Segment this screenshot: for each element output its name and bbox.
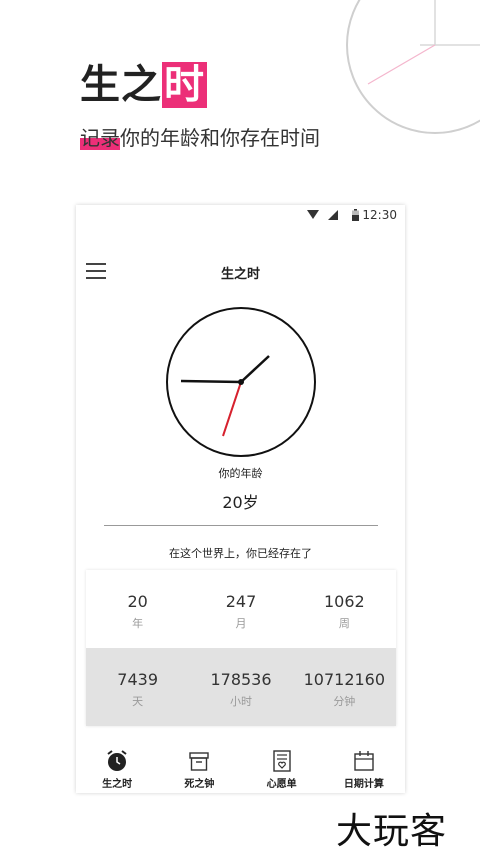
- tab-label: 生之时: [102, 779, 133, 790]
- stat-value: 20: [127, 592, 148, 611]
- stat-unit: 小时: [229, 695, 252, 708]
- page-headline: 生之时: [80, 60, 207, 110]
- existence-text: 在这个世界上，你已经存在了: [169, 547, 312, 560]
- divider: [104, 525, 378, 526]
- tab-death-clock[interactable]: 死之钟: [158, 745, 240, 793]
- bottom-tab-bar: 生之时 死之钟 心愿单 日期计算: [76, 745, 405, 793]
- stat-years: 20 年: [86, 570, 189, 648]
- alarm-clock-icon: [107, 750, 127, 771]
- stat-days: 7439 天: [86, 648, 189, 726]
- stat-minutes: 10712160 分钟: [293, 648, 396, 726]
- battery-icon: [352, 209, 359, 221]
- age-label: 你的年龄: [218, 467, 263, 480]
- stat-value: 7439: [117, 670, 159, 689]
- stats-row: 20 年 247 月 1062 周: [86, 570, 396, 648]
- stat-months: 247 月: [189, 570, 292, 648]
- status-bar: 12:30: [76, 205, 405, 227]
- subtitle-rest: 你的年龄和你存在时间: [120, 126, 320, 150]
- stat-unit: 天: [132, 695, 144, 708]
- clock-hour-hand: [180, 379, 242, 384]
- status-time: 12:30: [362, 208, 397, 222]
- stats-grid: 20 年 247 月 1062 周 7439 天 178536 小时 10712160 分钟: [86, 570, 396, 726]
- headline-highlight: 时: [162, 62, 207, 108]
- stat-value: 10712160: [303, 670, 386, 689]
- tab-wish-list[interactable]: 心愿单: [241, 745, 323, 793]
- stat-hours: 178536 小时: [189, 648, 292, 726]
- stat-unit: 年: [132, 617, 144, 630]
- analog-clock: [166, 307, 316, 457]
- page-subtitle: 记录你的年龄和你存在时间: [80, 124, 320, 152]
- stat-value: 247: [225, 592, 257, 611]
- age-value: 20岁: [222, 493, 259, 512]
- stat-unit: 月: [235, 617, 247, 630]
- headline-plain: 生之: [80, 62, 162, 108]
- signal-icon: [328, 210, 338, 220]
- stats-row: 7439 天 178536 小时 10712160 分钟: [86, 648, 396, 726]
- tab-date-calc[interactable]: 日期计算: [323, 745, 405, 793]
- stat-weeks: 1062 周: [293, 570, 396, 648]
- phone-screen: 12:30 生之时 你的年龄 20岁 在这个世界上，你已经存在了 20 年 247…: [76, 205, 405, 793]
- decorative-clock-icon: [346, 0, 480, 134]
- tab-label: 日期计算: [343, 779, 384, 790]
- box-icon: [189, 752, 210, 771]
- tab-life-time[interactable]: 生之时: [76, 745, 158, 793]
- wish-list-icon: [272, 750, 291, 772]
- stat-unit: 周: [338, 617, 350, 630]
- stat-value: 178536: [210, 670, 272, 689]
- app-title: 生之时: [220, 267, 260, 282]
- tab-label: 死之钟: [184, 779, 215, 790]
- stat-unit: 分钟: [333, 695, 356, 708]
- stat-value: 1062: [323, 592, 365, 611]
- wifi-icon: [307, 210, 319, 219]
- calendar-icon: [354, 751, 374, 771]
- subtitle-highlight: 记录: [80, 126, 120, 150]
- watermark: 大玩客: [336, 811, 448, 852]
- tab-label: 心愿单: [266, 779, 297, 790]
- app-bar: 生之时: [76, 255, 405, 291]
